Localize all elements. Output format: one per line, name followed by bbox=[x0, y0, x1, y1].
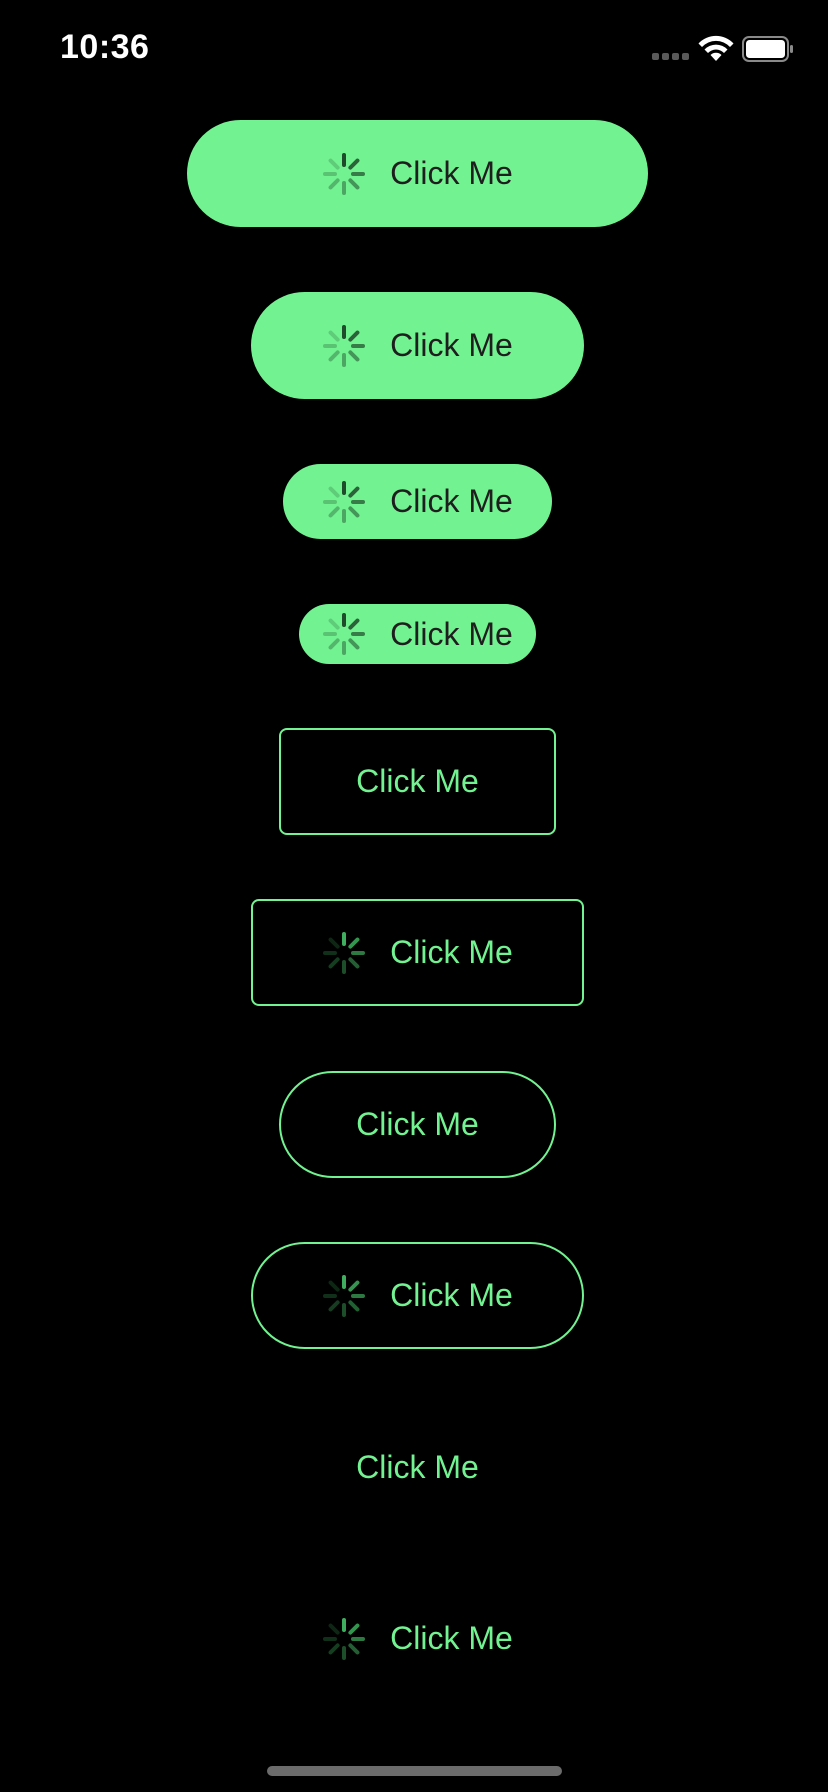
click-me-button-text-loading[interactable]: Click Me bbox=[251, 1585, 584, 1692]
button-label: Click Me bbox=[390, 483, 513, 519]
cellular-signal-icon bbox=[652, 53, 689, 60]
loading-spinner-icon bbox=[323, 1617, 366, 1660]
loading-spinner-icon bbox=[323, 1274, 366, 1317]
button-label: Click Me bbox=[390, 1620, 513, 1656]
loading-spinner-icon bbox=[323, 931, 366, 974]
click-me-button-filled-mini[interactable]: Click Me bbox=[299, 604, 536, 664]
click-me-button-outlined-rect-loading[interactable]: Click Me bbox=[251, 899, 584, 1006]
click-me-button-filled-medium[interactable]: Click Me bbox=[251, 292, 584, 399]
button-label: Click Me bbox=[356, 1106, 479, 1142]
wifi-icon bbox=[698, 35, 734, 61]
button-label: Click Me bbox=[390, 1277, 513, 1313]
button-label: Click Me bbox=[390, 155, 513, 191]
button-label: Click Me bbox=[390, 327, 513, 363]
click-me-button-outlined-rect[interactable]: Click Me bbox=[279, 728, 556, 835]
loading-spinner-icon bbox=[323, 613, 366, 655]
click-me-button-outlined-pill-loading[interactable]: Click Me bbox=[251, 1242, 584, 1349]
button-label: Click Me bbox=[356, 763, 479, 799]
loading-spinner-icon bbox=[323, 324, 366, 367]
click-me-button-filled-small[interactable]: Click Me bbox=[283, 464, 552, 539]
button-label: Click Me bbox=[390, 934, 513, 970]
home-indicator[interactable] bbox=[267, 1766, 562, 1776]
battery-icon bbox=[742, 36, 793, 62]
button-label: Click Me bbox=[390, 615, 513, 652]
loading-spinner-icon bbox=[323, 480, 366, 523]
click-me-button-text[interactable]: Click Me bbox=[279, 1414, 556, 1521]
loading-spinner-icon bbox=[323, 152, 366, 195]
status-time: 10:36 bbox=[60, 28, 150, 66]
click-me-button-outlined-pill[interactable]: Click Me bbox=[279, 1071, 556, 1178]
button-label: Click Me bbox=[356, 1449, 479, 1485]
click-me-button-filled-large[interactable]: Click Me bbox=[187, 120, 648, 227]
